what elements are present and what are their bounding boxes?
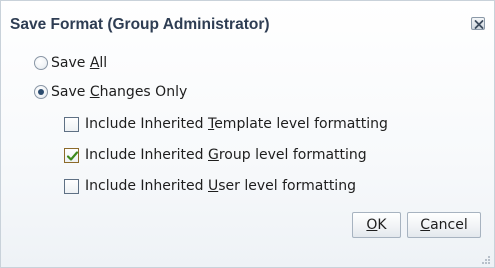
checkmark-icon [66, 150, 79, 161]
ok-button[interactable]: OK [352, 212, 401, 238]
radio-save-all-label: Save All [51, 55, 108, 71]
dialog-titlebar: Save Format (Group Administrator) [1, 1, 494, 41]
radio-button-save-all[interactable] [34, 56, 48, 70]
close-button[interactable] [471, 17, 485, 30]
checkbox-inherited-user[interactable]: Include Inherited User level formatting [64, 176, 356, 196]
checkbox-template-label: Include Inherited Template level formatt… [85, 116, 388, 132]
radio-save-changes-only-label: Save Changes Only [51, 84, 188, 100]
dialog-title: Save Format (Group Administrator) [10, 16, 270, 33]
radio-button-save-changes-only[interactable] [34, 85, 48, 99]
checkbox-user-box[interactable] [64, 178, 79, 194]
checkbox-inherited-template[interactable]: Include Inherited Template level formatt… [64, 114, 388, 134]
radio-selected-dot [38, 89, 44, 95]
checkbox-user-label: Include Inherited User level formatting [85, 178, 356, 194]
cancel-button[interactable]: Cancel [407, 212, 481, 238]
checkbox-group-label: Include Inherited Group level formatting [85, 147, 367, 163]
close-x-icon [474, 20, 484, 29]
save-format-dialog: Save Format (Group Administrator) Save A… [0, 0, 495, 268]
radio-save-all[interactable]: Save All [34, 53, 107, 73]
resize-grip-icon[interactable] [481, 255, 491, 265]
checkbox-group-box[interactable] [64, 147, 79, 163]
checkbox-inherited-group[interactable]: Include Inherited Group level formatting [64, 145, 367, 165]
checkbox-template-box[interactable] [64, 116, 79, 132]
radio-save-changes-only[interactable]: Save Changes Only [34, 82, 187, 102]
